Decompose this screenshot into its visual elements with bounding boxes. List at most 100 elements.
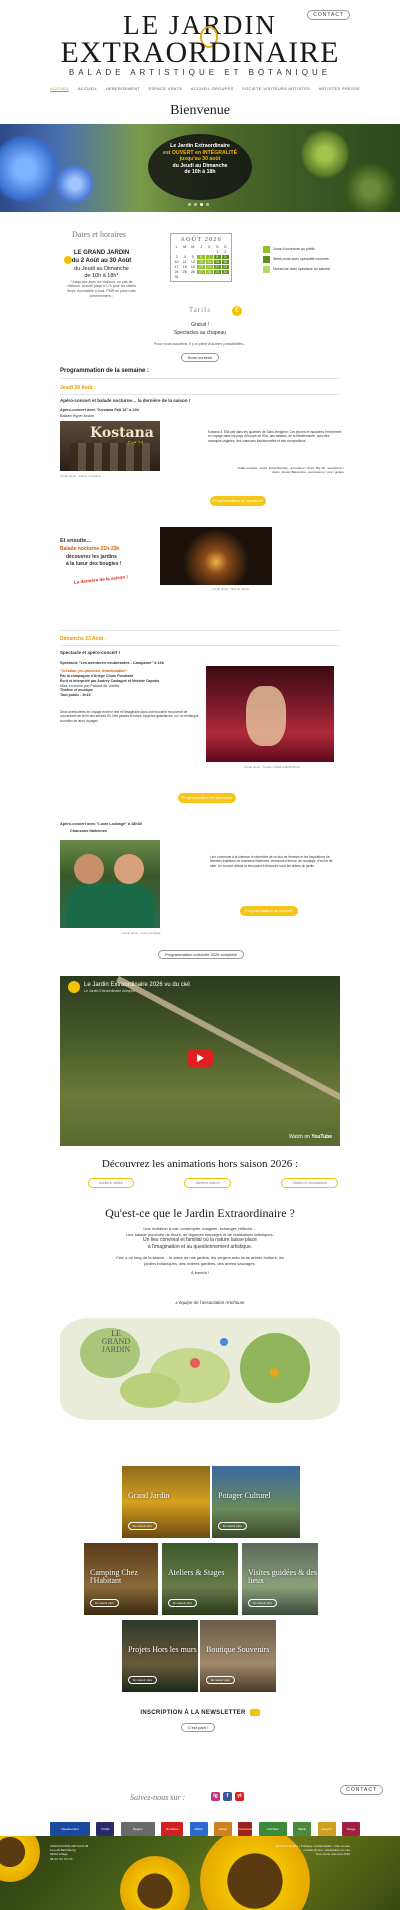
foliage-image [300,129,350,179]
calendar-day [189,275,196,279]
divider [60,394,340,395]
day1-concert-sub: Balkan Hyper-fusion [60,414,95,418]
blue-flower-image [55,164,95,204]
calendar-day: 16 [221,260,229,264]
calendar-day [197,250,204,254]
footer-links[interactable]: Mentions légales • Politique confidentia… [210,1844,350,1857]
calendar-day: 10 [174,260,179,264]
dates-main: LE GRAND JARDIN du 2 Août au 30 Août du … [64,250,139,298]
calendar-day: 18 [182,265,187,269]
play-icon[interactable] [187,1049,213,1067]
main-nav: ACCUEIL ACCUEIL HEBERGEMENT ESPACE VENTE… [50,86,360,92]
divider [60,378,340,379]
partner-logo[interactable]: Artichaut [258,1822,287,1836]
newsletter-label: INSCRIPTION À LA NEWSLETTER [120,1709,280,1716]
calendar-day [181,275,188,279]
day2-caption: Crédit photo : Tristan GUERCHENKOFFE [244,765,300,769]
partner-logo[interactable]: Préfet [96,1822,115,1836]
follow-label: Suivez-nous sur : [130,1793,186,1802]
calendar-day [181,250,188,254]
ensuite-line3: découvrez les jardins [66,554,117,560]
legend-item: Jours d'ouverture au public [263,246,330,253]
contact-button[interactable]: CONTACT [307,10,350,20]
garden-map[interactable]: LE GRAND JARDIN [60,1318,340,1420]
tile-ateliers[interactable]: Ateliers & Stages En savoir plus [162,1543,238,1615]
partner-logo[interactable]: Département [50,1822,90,1836]
calendar-day [173,250,180,254]
calendar-day: 14 [205,260,213,264]
nav-item[interactable]: ACCUEIL [50,86,70,92]
full-program-button[interactable]: Programmation culturelle 2026 complète [158,950,244,959]
channel-avatar [68,981,80,993]
partner-logo[interactable]: Ariège [341,1822,360,1836]
calendar-day [197,275,204,279]
footer-background: ASSOCIATION ARTCHOUM Lieu-dit Barthélémy… [0,1836,400,1910]
calendar-day-header: D [224,245,227,249]
dates-note: *Jusqu'aux avec les visiteurs, en pas de… [67,279,136,298]
night-walk-photo [160,527,272,585]
partner-logo[interactable]: CERA [189,1822,208,1836]
partner-logo[interactable]: Commune [238,1822,253,1836]
calendar-day-header: M [191,245,195,249]
tile-visites[interactable]: Visites guidées & des lieux En savoir pl… [242,1543,318,1615]
day2-program-button[interactable]: Programmation du spectacle [178,793,236,803]
lucie-program-button[interactable]: Programmation du concert [240,906,298,916]
map-label: LE GRAND JARDIN [101,1329,131,1354]
banner-line5: de 10h à 18h [184,169,216,175]
video-title[interactable]: Le Jardin Extraordinaire 2026 vu du ciel [84,982,190,988]
tile-potager[interactable]: Potager Culturel En savoir plus [212,1466,300,1538]
animation-button[interactable]: Ateliers nature [184,1178,231,1188]
calendar-day: 17 [174,265,179,269]
partner-logo[interactable]: Aveyron [317,1822,336,1836]
welcome-title: Bienvenue [170,103,230,118]
nav-item[interactable]: SOCIETE VISITEURS ARTISTES [242,86,310,92]
dates-line1: LE GRAND JARDIN [73,250,130,256]
calendar-day: 27 [197,270,205,274]
day2-paragraph: Deux aventurières en voyage entre le rée… [60,710,199,723]
tarifs-text: Gratuit ! Spectacles au chapeau [0,322,400,337]
derniere-label: La dernière de la saison ! [73,574,129,585]
newsletter-button[interactable]: C'est parti ! [181,1723,216,1732]
animation-button[interactable]: Visites et animations [281,1178,338,1188]
nav-item[interactable]: HEBERGEMENT [106,86,140,92]
calendar-day-header: S [216,245,219,249]
calendar-day: 2 [224,250,227,254]
tile-projets[interactable]: Projets Hors les murs En savoir plus [122,1620,198,1692]
nav-item[interactable]: ARTISTES PRESSE [319,86,360,92]
day1-program-button[interactable]: Programmation du spectacle [210,496,266,506]
partner-logo[interactable]: Région [120,1822,155,1836]
tile-camping[interactable]: Camping Chez l'Habitant En savoir plus [84,1543,158,1615]
tile-boutique[interactable]: Boutique Souvenirs En savoir plus [200,1620,276,1692]
animation-button[interactable]: Ateliers Jardin [88,1178,135,1188]
dates-line2: du 2 Août au 30 Août [71,257,132,264]
ensuite-line2: Balade nocturne 21h-23h [60,546,120,552]
logo-line2[interactable]: EXTRAORDINAIRE [0,36,400,70]
calendar-day: 19 [190,265,195,269]
calendar-day: 15 [213,260,221,264]
youtube-icon[interactable]: yt [235,1792,244,1801]
nav-item[interactable]: ESPACE VENTE [148,86,182,92]
support-button[interactable]: Nous soutenir [180,353,220,362]
ensuite-title: Et ensuite… [60,538,92,544]
footer-contact-button[interactable]: CONTACT [340,1785,383,1795]
nav-item[interactable]: ACCUEIL GROUPES [191,86,234,92]
sunflower-image [120,1856,190,1910]
partner-logo[interactable]: Mairie [293,1822,312,1836]
partner-logo[interactable]: Ariège [213,1822,232,1836]
instagram-icon[interactable]: ig [211,1792,220,1801]
facebook-icon[interactable]: f [223,1792,232,1801]
calendar-day: 26 [190,270,195,274]
youtube-logo[interactable]: Watch on YouTube [289,1134,332,1140]
calendar-day: 1 [216,250,219,254]
banner-announcement: Le Jardin Extraordinaire est OUVERT en I… [148,134,252,200]
calendar-day [222,275,229,279]
tile-grand-jardin[interactable]: Grand Jardin En savoir plus [122,1466,210,1538]
calendar: AOÛT 2026 L M M J V S D 1 2 3 4 5 6 7 8 9 10 11 12 13 14 15 16… [170,233,232,282]
day2-heading: Spectacle et apéro-concert ! [60,650,121,655]
calendar-day: 23 [221,265,229,269]
partner-logo[interactable]: Occitanie [161,1822,184,1836]
video-subtitle: Le Jardin Extraordinaire Arlequin [84,989,135,993]
carousel-dots[interactable] [188,203,209,206]
nav-item[interactable]: ACCUEIL [78,86,97,92]
youtube-video[interactable]: Le Jardin Extraordinaire 2026 vu du ciel… [60,976,340,1146]
